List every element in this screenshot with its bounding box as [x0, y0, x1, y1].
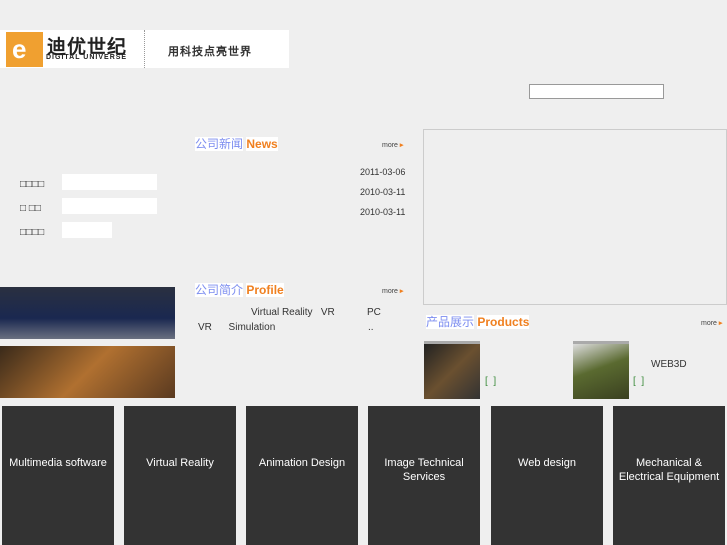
profile-text: .. — [368, 322, 374, 333]
service-tile[interactable]: Virtual Reality — [124, 406, 236, 545]
news-date[interactable]: 2011-03-06 — [360, 167, 405, 177]
username-label: □□□□ — [20, 179, 45, 190]
products-more-link[interactable]: more ▸ — [701, 319, 722, 327]
password-label: □ □□ — [20, 203, 41, 214]
profile-text: VR Simulation — [198, 322, 276, 333]
profile-more-link[interactable]: more ▸ — [382, 287, 403, 295]
news-more-link[interactable]: more ▸ — [382, 141, 403, 149]
service-tile[interactable]: Mechanical & Electrical Equipment — [613, 406, 725, 545]
slogan: 用科技点亮世界 — [168, 46, 252, 58]
logo-icon: e — [6, 32, 43, 67]
code-label: □□□□ — [20, 227, 45, 238]
product-link[interactable]: [ ] — [633, 376, 644, 387]
flash-panel — [423, 129, 727, 305]
service-tile[interactable]: Animation Design — [246, 406, 358, 545]
banner-image-2[interactable] — [0, 346, 175, 398]
news-date[interactable]: 2010-03-11 — [360, 207, 405, 217]
banner-image-1[interactable] — [0, 287, 175, 339]
news-title: 公司新闻 News — [195, 137, 278, 151]
profile-text: PC — [367, 307, 381, 318]
service-tile[interactable]: Web design — [491, 406, 603, 545]
product-caption: WEB3D — [651, 359, 687, 370]
product-link[interactable]: [ ] — [485, 376, 496, 387]
logo-subtext: DIGITAL UNIVERSE — [46, 54, 128, 61]
product-thumbnail[interactable] — [424, 341, 480, 399]
profile-text: Virtual Reality VR — [251, 307, 335, 318]
username-input[interactable] — [62, 174, 157, 190]
news-date[interactable]: 2010-03-11 — [360, 187, 405, 197]
search-input[interactable] — [529, 84, 664, 99]
divider — [144, 30, 145, 68]
product-thumbnail[interactable] — [573, 341, 629, 399]
password-input[interactable] — [62, 198, 157, 214]
profile-title: 公司简介 Profile — [195, 283, 284, 297]
code-input[interactable] — [62, 222, 112, 238]
service-tile[interactable]: Image Technical Services — [368, 406, 480, 545]
products-title: 产品展示 Products — [426, 315, 530, 329]
service-tile[interactable]: Multimedia software — [2, 406, 114, 545]
